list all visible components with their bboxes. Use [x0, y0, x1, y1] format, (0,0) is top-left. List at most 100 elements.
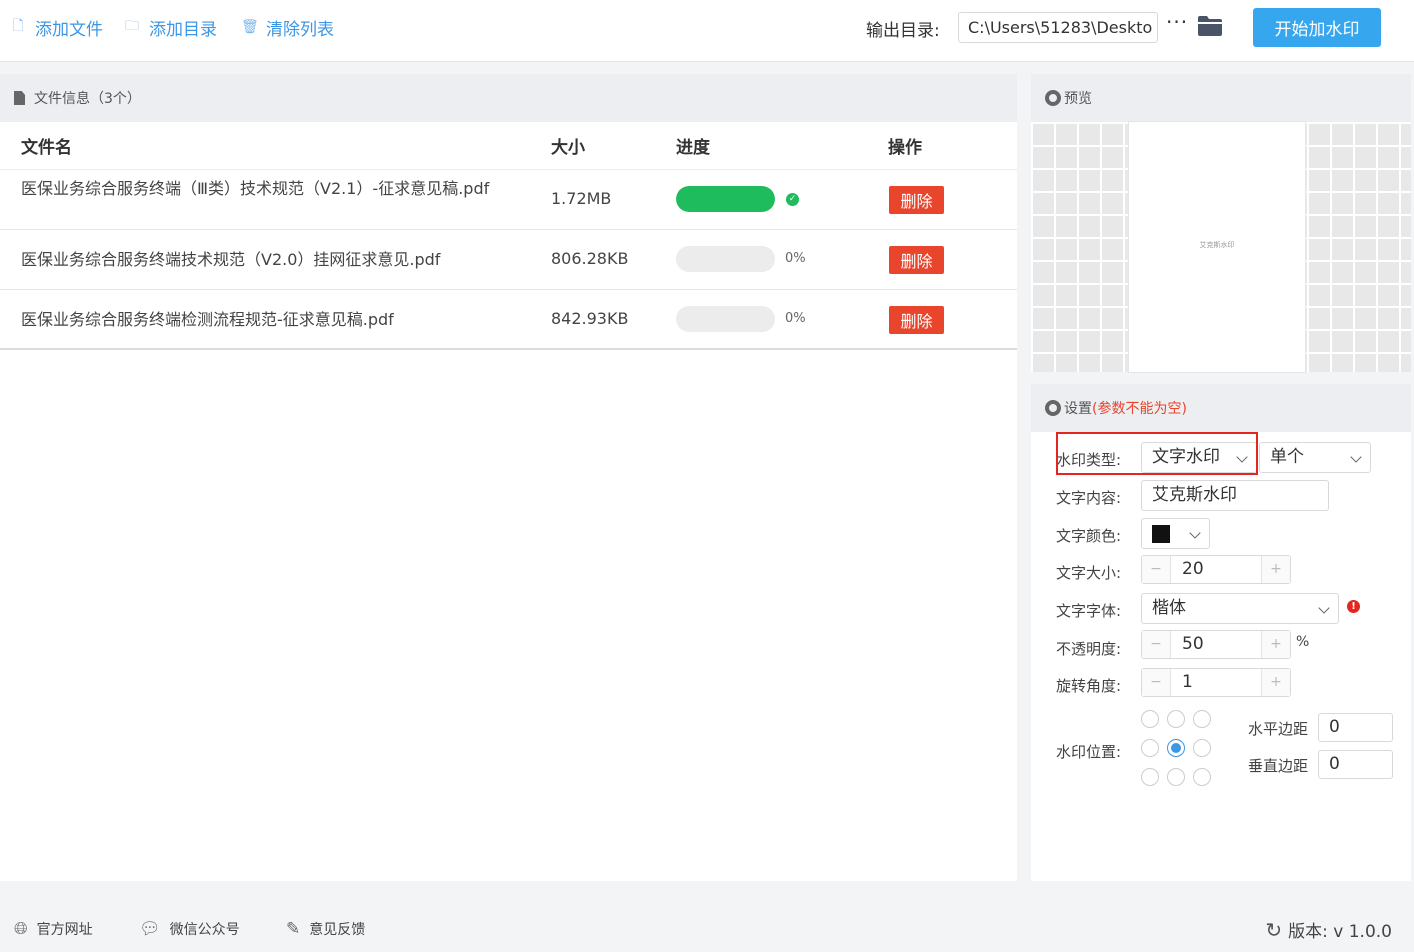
- website-link[interactable]: 🌐︎ 官方网址: [14, 919, 93, 939]
- text-size-stepper[interactable]: − 20 +: [1141, 555, 1291, 584]
- progress-percent: 0%: [785, 251, 806, 266]
- settings-title: 设置: [1064, 401, 1092, 417]
- watermark-mode-select[interactable]: 单个: [1259, 442, 1371, 473]
- gear-icon: [1045, 90, 1061, 106]
- progress-bar: [676, 186, 775, 212]
- chevron-down-icon: [1350, 451, 1362, 463]
- file-row: 医保业务综合服务终端检测流程规范-征求意见稿.pdf 842.93KB 0% 删…: [0, 290, 1017, 350]
- file-icon: 🗋: [12, 18, 24, 34]
- position-center-radio[interactable]: [1167, 739, 1185, 757]
- file-table-header: 文件名 大小 进度 操作: [0, 122, 1017, 170]
- progress-percent: 0%: [785, 311, 806, 326]
- position-top-center-radio[interactable]: [1167, 710, 1185, 728]
- chat-bubble-icon: 💬︎: [139, 919, 161, 939]
- settings-warning: (参数不能为空): [1092, 401, 1187, 417]
- chevron-down-icon: [1318, 602, 1330, 614]
- text-size-value: 20: [1182, 559, 1204, 579]
- position-label: 水印位置:: [1056, 743, 1122, 761]
- vertical-margin-input[interactable]: 0: [1318, 750, 1393, 779]
- file-info-title: 文件信息（3个）: [34, 91, 141, 107]
- rotation-value: 1: [1182, 672, 1193, 692]
- progress-fill: [676, 186, 775, 212]
- start-watermark-button[interactable]: 开始加水印: [1253, 8, 1381, 47]
- wechat-link[interactable]: 💬︎ 微信公众号: [139, 919, 240, 939]
- opacity-unit: %: [1296, 634, 1310, 650]
- text-font-value: 楷体: [1152, 598, 1186, 618]
- settings-header: 设置 (参数不能为空): [1031, 384, 1411, 432]
- text-font-label: 文字字体:: [1056, 602, 1122, 620]
- opacity-label: 不透明度:: [1056, 640, 1122, 658]
- file-info-panel: 文件信息（3个） 文件名 大小 进度 操作 医保业务综合服务终端（Ⅲ类）技术规范…: [0, 74, 1017, 881]
- position-bottom-right-radio[interactable]: [1193, 768, 1211, 786]
- watermark-mode-value: 单个: [1270, 447, 1304, 467]
- preview-panel: 预览 艾克斯水印: [1031, 74, 1411, 372]
- version-info[interactable]: ↻ 版本: v 1.0.0: [1265, 917, 1392, 943]
- vertical-margin-label: 垂直边距: [1248, 757, 1309, 775]
- text-color-picker[interactable]: [1141, 518, 1210, 549]
- position-middle-left-radio[interactable]: [1141, 739, 1159, 757]
- horizontal-margin-input[interactable]: 0: [1318, 713, 1393, 742]
- preview-canvas: 艾克斯水印: [1031, 122, 1411, 372]
- folder-outline-icon: 🗀: [125, 18, 139, 34]
- position-bottom-left-radio[interactable]: [1141, 768, 1159, 786]
- column-header-size: 大小: [551, 138, 585, 158]
- clear-list-label: 清除列表: [266, 19, 334, 40]
- preview-page: 艾克斯水印: [1129, 122, 1305, 372]
- delete-button[interactable]: 删除: [889, 186, 944, 214]
- file-info-header: 文件信息（3个）: [0, 74, 1017, 122]
- opacity-stepper[interactable]: − 50 +: [1141, 630, 1291, 659]
- output-dir-label: 输出目录:: [866, 21, 940, 41]
- file-size: 806.28KB: [551, 249, 629, 268]
- more-options-button[interactable]: ···: [1166, 10, 1188, 34]
- text-size-label: 文字大小:: [1056, 564, 1122, 582]
- delete-button[interactable]: 删除: [889, 306, 944, 334]
- increment-button[interactable]: +: [1261, 556, 1290, 583]
- position-middle-right-radio[interactable]: [1193, 739, 1211, 757]
- feedback-link[interactable]: ✎ 意见反馈: [286, 919, 365, 939]
- decrement-button[interactable]: −: [1142, 669, 1171, 696]
- preview-header: 预览: [1031, 74, 1411, 122]
- progress-bar: [676, 306, 775, 332]
- top-toolbar: 🗋 添加文件 🗀 添加目录 🗑 清除列表 输出目录: C:\Users\5128…: [0, 0, 1414, 62]
- decrement-button[interactable]: −: [1142, 556, 1171, 583]
- output-dir-input[interactable]: C:\Users\51283\Deskto: [958, 12, 1158, 43]
- refresh-icon: ↻: [1265, 917, 1283, 942]
- position-bottom-center-radio[interactable]: [1167, 768, 1185, 786]
- file-size: 1.72MB: [551, 189, 612, 208]
- footer: 🌐︎ 官方网址 💬︎ 微信公众号 ✎ 意见反馈 ↻ 版本: v 1.0.0: [0, 901, 1414, 952]
- column-header-action: 操作: [888, 138, 922, 158]
- file-name: 医保业务综合服务终端技术规范（V2.0）挂网征求意见.pdf: [21, 250, 441, 269]
- text-font-select[interactable]: 楷体: [1141, 593, 1339, 624]
- file-row: 医保业务综合服务终端（Ⅲ类）技术规范（V2.1）-征求意见稿.pdf 1.72M…: [0, 170, 1017, 230]
- add-directory-label: 添加目录: [149, 19, 217, 40]
- position-top-left-radio[interactable]: [1141, 710, 1159, 728]
- add-file-button[interactable]: 🗋 添加文件: [10, 14, 103, 40]
- horizontal-margin-label: 水平边距: [1248, 720, 1309, 738]
- open-folder-icon[interactable]: [1197, 15, 1223, 37]
- opacity-value: 50: [1182, 634, 1204, 654]
- trash-icon: 🗑: [241, 19, 259, 35]
- delete-button[interactable]: 删除: [889, 246, 944, 274]
- file-row: 医保业务综合服务终端技术规范（V2.0）挂网征求意见.pdf 806.28KB …: [0, 230, 1017, 290]
- position-top-right-radio[interactable]: [1193, 710, 1211, 728]
- decrement-button[interactable]: −: [1142, 631, 1171, 658]
- add-directory-button[interactable]: 🗀 添加目录: [124, 14, 217, 40]
- text-content-input[interactable]: 艾克斯水印: [1141, 480, 1329, 511]
- clear-list-button[interactable]: 🗑 清除列表: [241, 14, 334, 40]
- text-content-label: 文字内容:: [1056, 489, 1122, 507]
- error-icon: !: [1347, 600, 1360, 613]
- column-header-progress: 进度: [676, 138, 710, 158]
- globe-icon: 🌐︎: [14, 919, 28, 939]
- text-color-label: 文字颜色:: [1056, 527, 1122, 545]
- rotation-stepper[interactable]: − 1 +: [1141, 668, 1291, 697]
- feedback-label: 意见反馈: [309, 922, 366, 938]
- file-name: 医保业务综合服务终端检测流程规范-征求意见稿.pdf: [21, 310, 394, 329]
- document-icon: [14, 91, 25, 105]
- highlight-box: [1056, 432, 1258, 475]
- version-label: 版本: v 1.0.0: [1288, 922, 1392, 942]
- file-size: 842.93KB: [551, 309, 629, 328]
- file-name: 医保业务综合服务终端（Ⅲ类）技术规范（V2.1）-征求意见稿.pdf: [21, 179, 490, 198]
- increment-button[interactable]: +: [1261, 631, 1290, 658]
- preview-watermark-text: 艾克斯水印: [1199, 241, 1235, 249]
- increment-button[interactable]: +: [1261, 669, 1290, 696]
